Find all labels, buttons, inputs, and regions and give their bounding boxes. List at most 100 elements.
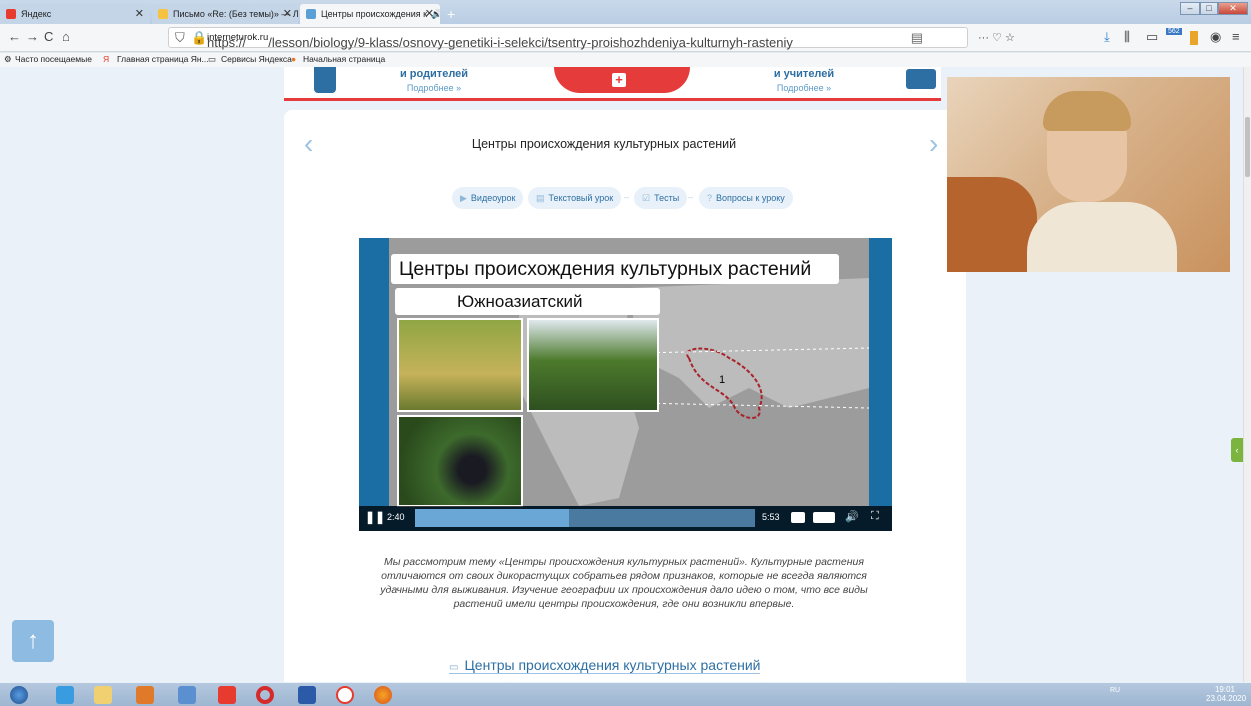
lock-icon: 🔒 bbox=[191, 30, 208, 45]
scrollbar-thumb[interactable] bbox=[1245, 117, 1250, 177]
video-player[interactable]: 1 Центры происхождения культурных растен… bbox=[359, 238, 892, 531]
pill-label: Текстовый урок bbox=[548, 193, 614, 203]
equator-line bbox=[638, 402, 869, 409]
quality-button[interactable]: 480p bbox=[813, 512, 835, 523]
library-icon[interactable]: ⫼ bbox=[1124, 29, 1130, 45]
tab-lesson-active[interactable]: Центры происхождения к 🔊 ✕ bbox=[300, 4, 440, 24]
seek-bar-fill bbox=[415, 509, 570, 527]
fullscreen-icon[interactable]: ⛶ bbox=[871, 510, 879, 523]
side-panel-tab[interactable]: ‹ bbox=[1231, 438, 1243, 462]
pill-label: Тесты bbox=[654, 193, 680, 203]
banner-teachers-more-link[interactable]: Подробнее » bbox=[754, 83, 854, 93]
home-icon[interactable]: ⌂ bbox=[62, 29, 70, 44]
bookmark-start-page[interactable]: Начальная страница bbox=[303, 54, 385, 64]
volume-icon[interactable]: 🔊 bbox=[845, 510, 859, 523]
notification-badge[interactable]: 562 bbox=[1166, 28, 1182, 35]
slide-title: Центры происхождения культурных растений bbox=[391, 254, 839, 284]
elapsed-time: 2:40 bbox=[387, 512, 405, 522]
tab-label: Яндекс bbox=[21, 9, 52, 19]
next-lesson-arrow-icon[interactable]: › bbox=[929, 128, 938, 160]
document-icon: ▤ bbox=[536, 193, 545, 203]
close-tab-icon[interactable]: ✕ bbox=[283, 7, 292, 20]
folder-icon: ▭ bbox=[208, 54, 217, 64]
teachers-book-icon bbox=[906, 69, 936, 89]
asia-shape bbox=[629, 278, 869, 408]
bookmark-yandex-home[interactable]: Главная страница Ян... bbox=[117, 54, 209, 64]
top-banner: и родителей Подробнее » + и учителей Под… bbox=[284, 67, 941, 101]
opera-icon[interactable] bbox=[256, 686, 274, 704]
address-bar[interactable]: ⛉ 🔒 https://interneturok.ru/lesson/biolo… bbox=[168, 27, 968, 50]
firefox-taskbar-icon[interactable] bbox=[374, 686, 392, 704]
section-link[interactable]: ▭ Центры происхождения культурных растени… bbox=[449, 657, 761, 674]
banner-parents-more-link[interactable]: Подробнее » bbox=[384, 83, 484, 93]
start-button-icon[interactable] bbox=[10, 686, 28, 704]
clock[interactable]: 19:01 23.04.2020 bbox=[1206, 685, 1246, 703]
yandex-browser-icon[interactable] bbox=[218, 686, 236, 704]
checklist-icon: ☑ bbox=[642, 193, 651, 203]
question-icon: ? bbox=[707, 193, 713, 203]
page-scrollbar[interactable] bbox=[1243, 67, 1251, 682]
media-player-icon[interactable] bbox=[136, 686, 154, 704]
browser-tab-bar: Яндекс ✕ Письмо «Re: (Без темы)» — Л ✕ Ц… bbox=[0, 0, 1251, 24]
pill-tests[interactable]: ☑ Тесты bbox=[634, 187, 688, 209]
webcam-overlay bbox=[947, 77, 1230, 272]
language-indicator[interactable]: RU bbox=[1110, 687, 1120, 694]
rice-photo bbox=[397, 318, 523, 412]
pause-icon[interactable]: ❚❚ bbox=[365, 510, 385, 524]
sugarcane-photo bbox=[527, 318, 659, 412]
scroll-to-top-button[interactable]: ↑ bbox=[12, 620, 54, 662]
word-icon[interactable] bbox=[298, 686, 316, 704]
duration-time: 5:53 bbox=[762, 512, 780, 522]
bookmark-yandex-services[interactable]: Сервисы Яндекса bbox=[221, 54, 292, 64]
sofa-shape bbox=[947, 177, 1037, 272]
tab-mail[interactable]: Письмо «Re: (Без темы)» — Л ✕ bbox=[152, 4, 298, 24]
close-window-button[interactable]: ✕ bbox=[1218, 2, 1248, 15]
banner-red-tab[interactable]: + bbox=[554, 67, 690, 93]
clock-time: 19:01 bbox=[1214, 685, 1236, 694]
url-prefix: https:// bbox=[207, 35, 247, 50]
tab-label: Центры происхождения к bbox=[321, 9, 428, 19]
parents-icon bbox=[314, 67, 336, 93]
speed-button[interactable]: 1x bbox=[791, 512, 805, 523]
addon-icon[interactable]: ◉ bbox=[1210, 29, 1221, 45]
explorer-folder-icon[interactable] bbox=[94, 686, 112, 704]
gear-icon: ⚙ bbox=[4, 54, 12, 64]
sidebar-icon[interactable]: ▭ bbox=[1146, 29, 1158, 45]
yandex-icon: Я bbox=[103, 54, 110, 64]
mail-favicon-icon bbox=[158, 9, 168, 19]
extension-icon[interactable] bbox=[1190, 31, 1198, 45]
banner-teachers-title[interactable]: и учителей bbox=[754, 68, 854, 80]
bookmark-frequent[interactable]: Часто посещаемые bbox=[15, 54, 92, 64]
banner-parents-title[interactable]: и родителей bbox=[384, 68, 484, 80]
pill-questions[interactable]: ? Вопросы к уроку bbox=[699, 187, 793, 209]
close-tab-icon[interactable]: ✕ bbox=[135, 7, 144, 20]
firefox-icon: ● bbox=[291, 54, 297, 64]
shield-icon[interactable]: ⛉ bbox=[175, 28, 185, 47]
forward-icon[interactable]: → bbox=[26, 29, 39, 44]
reload-icon[interactable]: C bbox=[44, 29, 53, 44]
maximize-button[interactable]: □ bbox=[1200, 2, 1218, 15]
new-tab-button[interactable]: + bbox=[447, 6, 455, 22]
download-icon[interactable]: ⤓ bbox=[1104, 29, 1110, 45]
lesson-title: Центры происхождения культурных растений bbox=[471, 137, 737, 151]
reader-view-icon[interactable]: ▤ bbox=[911, 28, 923, 47]
minimize-button[interactable]: ‒ bbox=[1180, 2, 1200, 15]
volume-app-icon[interactable] bbox=[178, 686, 196, 704]
interneturok-favicon-icon bbox=[306, 9, 316, 19]
close-tab-icon[interactable]: ✕ bbox=[425, 7, 434, 20]
pill-label: Вопросы к уроку bbox=[716, 193, 785, 203]
pill-label: Видеоурок bbox=[470, 193, 516, 203]
tab-yandex[interactable]: Яндекс ✕ bbox=[0, 4, 150, 24]
plus-icon: + bbox=[612, 73, 626, 87]
back-icon[interactable]: ← bbox=[8, 29, 21, 44]
seek-bar[interactable] bbox=[415, 509, 755, 527]
page-actions-icon[interactable]: ··· ♡ ☆ bbox=[978, 31, 1015, 44]
pill-text-lesson[interactable]: ▤ Текстовый урок bbox=[528, 187, 622, 209]
tab-label: Письмо «Re: (Без темы)» — Л bbox=[173, 9, 298, 19]
section-link-label: Центры происхождения культурных растений bbox=[464, 657, 761, 673]
yandex-app-icon[interactable] bbox=[336, 686, 354, 704]
pill-video-lesson[interactable]: ▶ Видеоурок bbox=[452, 187, 524, 209]
navigation-bar: ← → C ⌂ ⛉ 🔒 https://interneturok.ru/less… bbox=[0, 24, 1251, 52]
menu-icon[interactable]: ≡ bbox=[1232, 29, 1240, 44]
ie-icon[interactable] bbox=[56, 686, 74, 704]
